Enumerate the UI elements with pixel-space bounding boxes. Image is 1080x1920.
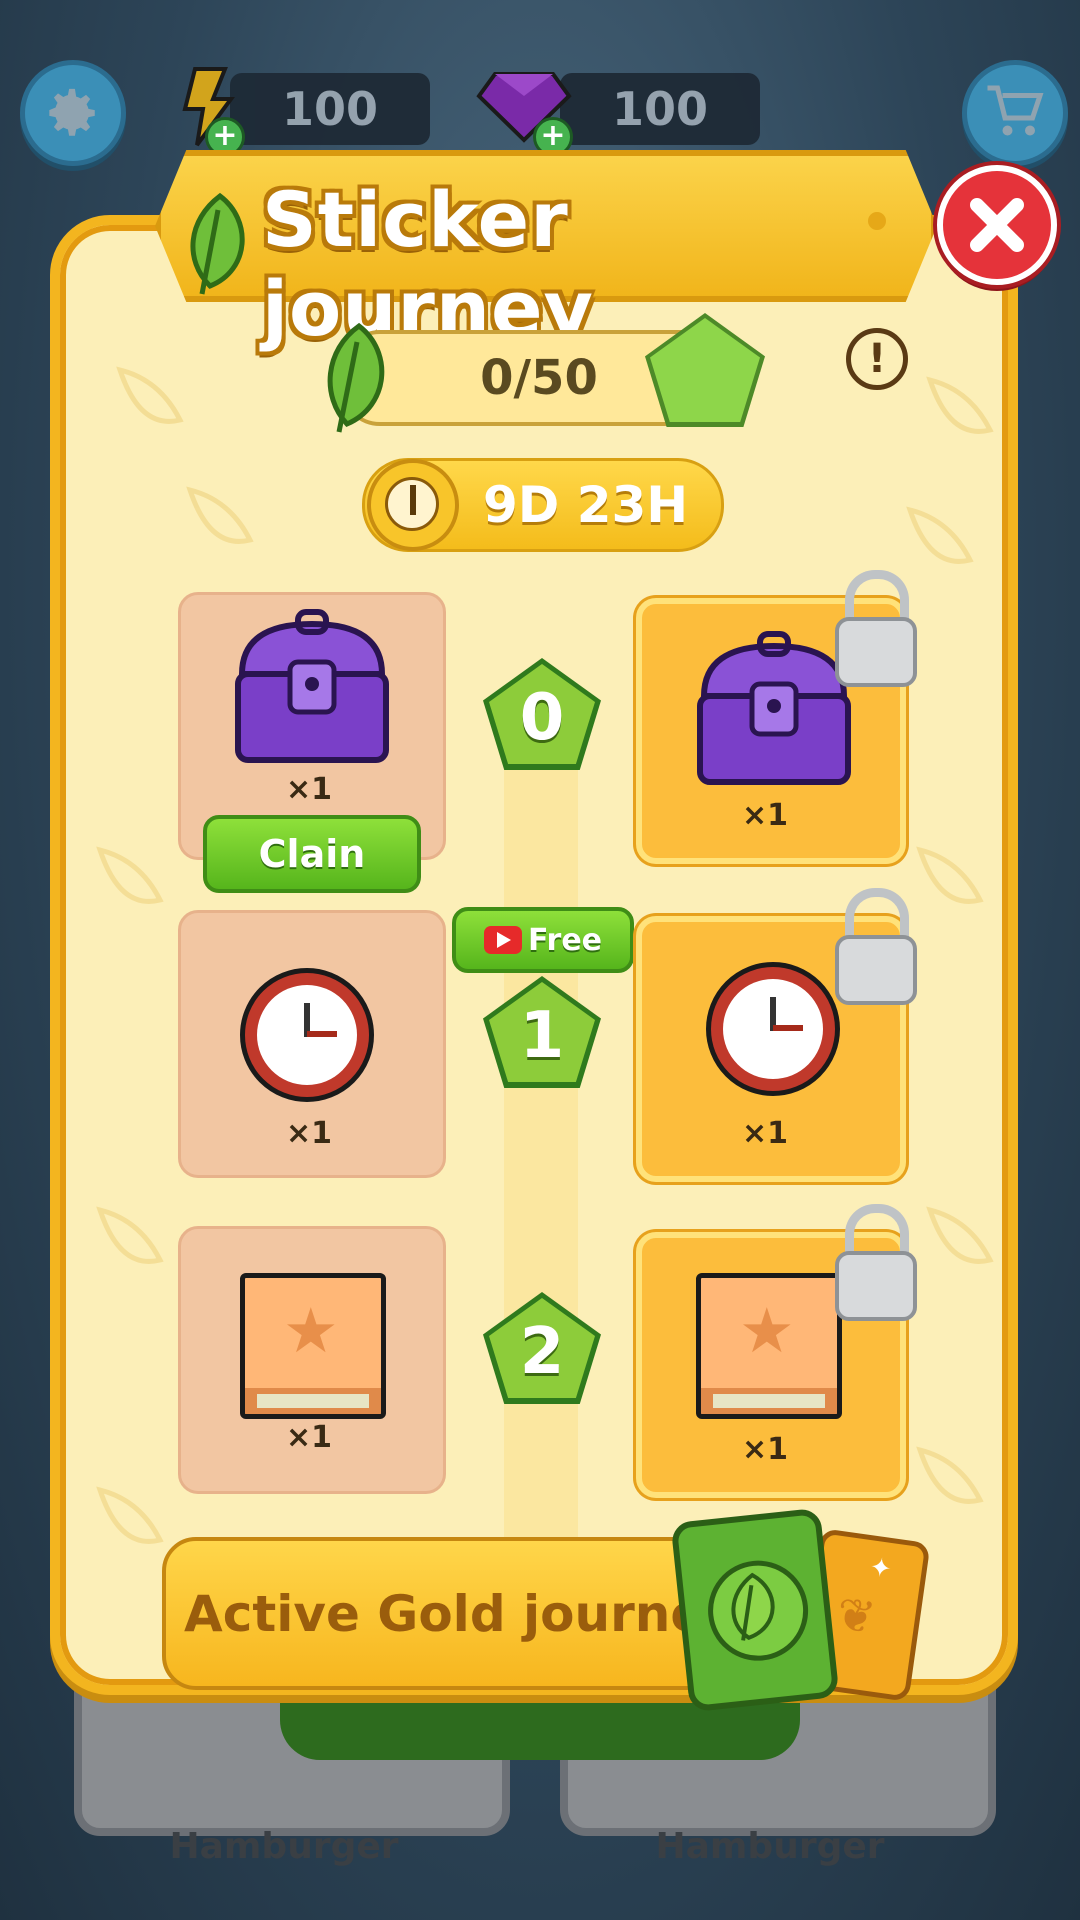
- claim-button-label: Clain: [258, 832, 366, 876]
- gold-reward-qty-0: ×1: [741, 798, 788, 833]
- info-button[interactable]: !: [846, 328, 908, 390]
- journey-track: [504, 700, 578, 1550]
- active-gold-journey-label: Active Gold journey!: [184, 1584, 760, 1643]
- sticker-book-icon: ★: [240, 1273, 386, 1419]
- clock-icon: [706, 962, 840, 1096]
- background-card-left-label: Hamburger: [169, 1826, 399, 1867]
- gems-counter: 100: [560, 73, 760, 145]
- leaf-icon: [180, 190, 254, 300]
- free-reward-qty-0: ×1: [285, 772, 332, 807]
- video-play-icon: [483, 926, 522, 954]
- gold-reward-qty-1: ×1: [741, 1116, 788, 1151]
- timer-text: 9D 23H: [483, 476, 689, 534]
- settings-button[interactable]: [20, 60, 126, 166]
- progress-text: 0/50: [480, 350, 598, 406]
- lock-icon: [835, 1204, 917, 1321]
- chest-icon: [235, 609, 389, 763]
- info-icon: !: [867, 336, 887, 382]
- green-ticket-icon: [670, 1507, 840, 1713]
- progress-leaf-icon: [315, 320, 395, 438]
- gold-reward-qty-2: ×1: [741, 1432, 788, 1467]
- close-button[interactable]: [937, 165, 1057, 285]
- gems-value: 100: [611, 82, 709, 136]
- game-screen: { "hud": { "energy_value": "100", "gems_…: [0, 0, 1080, 1920]
- energy-value: 100: [281, 82, 379, 136]
- gear-icon: [49, 88, 95, 136]
- free-ad-button[interactable]: Free: [452, 907, 634, 973]
- lock-icon: [835, 570, 917, 687]
- close-icon: [970, 198, 1024, 252]
- energy-counter: 100: [230, 73, 430, 145]
- timer-pill: 9D 23H: [362, 458, 724, 552]
- lock-icon: [835, 888, 917, 1005]
- background-card-right-label: Hamburger: [655, 1826, 885, 1867]
- shop-button[interactable]: [962, 60, 1068, 166]
- cart-icon: [987, 85, 1044, 136]
- clock-icon: [240, 968, 374, 1102]
- claim-button[interactable]: Clain: [203, 815, 421, 893]
- banner-rivet: [868, 212, 886, 230]
- free-reward-qty-2: ×1: [285, 1420, 332, 1455]
- sticker-book-icon: ★: [696, 1273, 842, 1419]
- free-ad-label: Free: [527, 922, 603, 958]
- timer-icon: [367, 459, 459, 551]
- free-reward-qty-1: ×1: [285, 1116, 332, 1151]
